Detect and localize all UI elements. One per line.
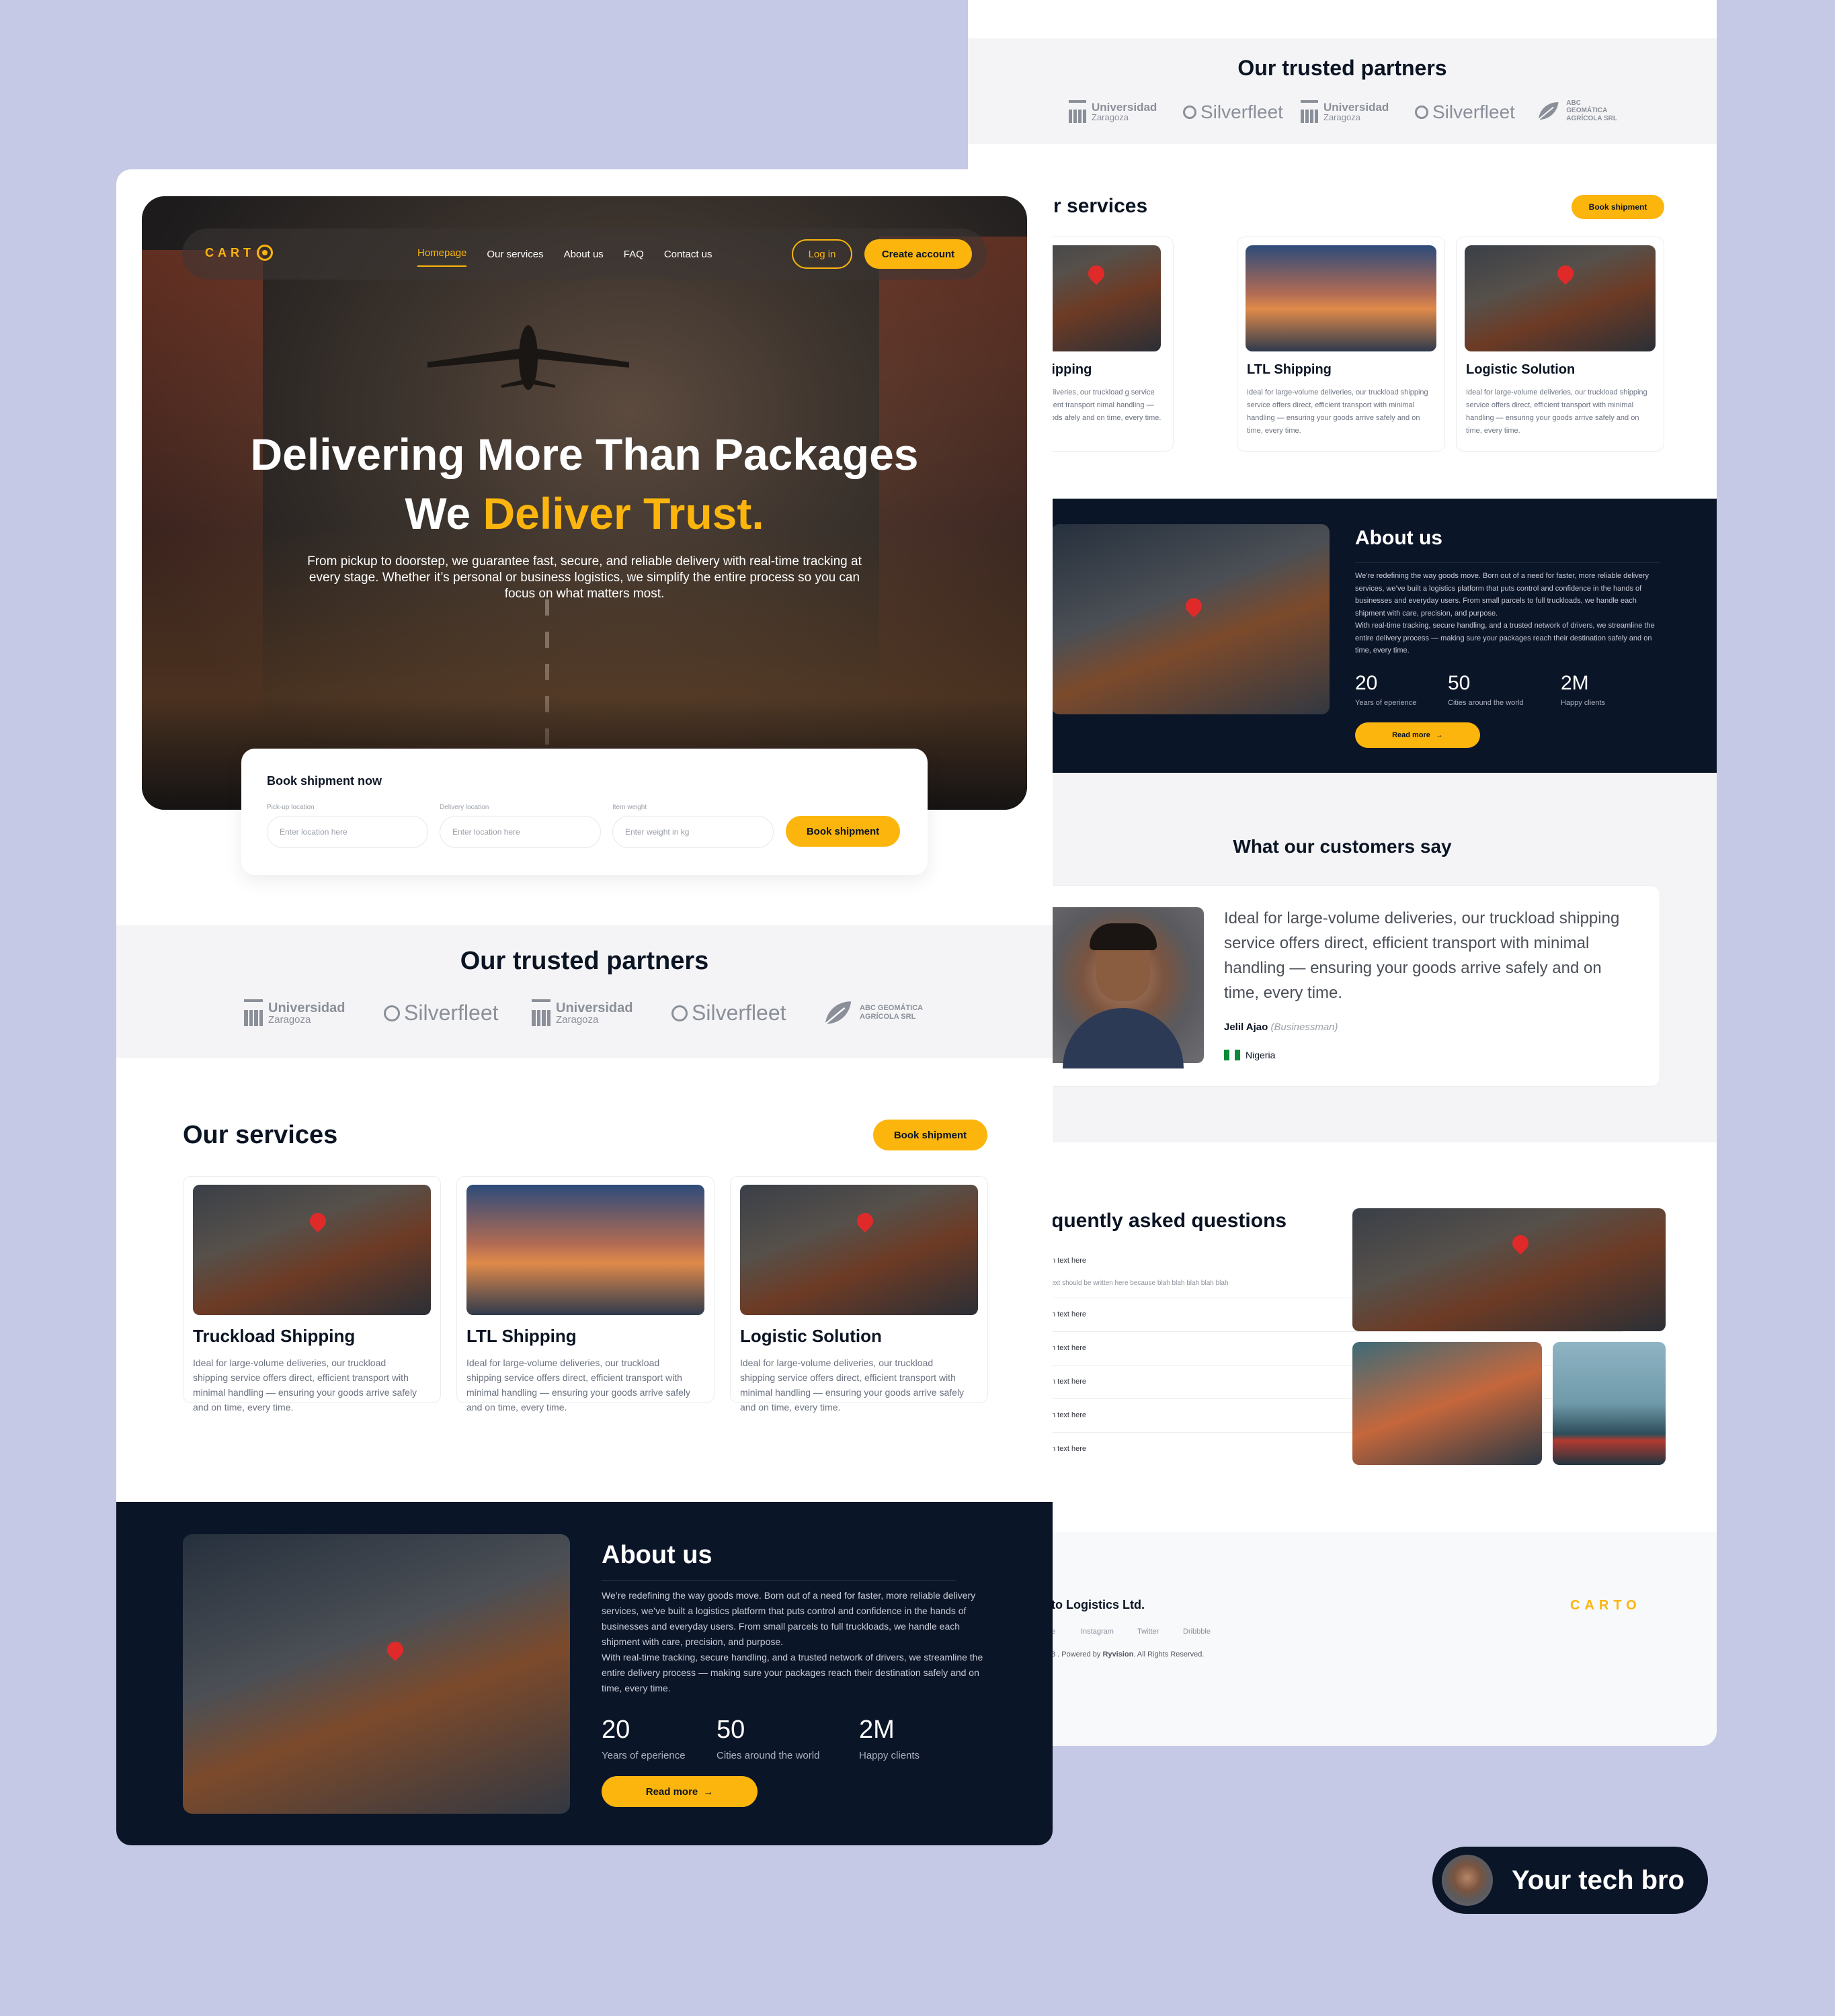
partner-logos: Universidad Zaragoza Silverfleet Universi… <box>1069 99 1620 127</box>
delivery-location-input[interactable]: Enter location here <box>440 816 601 848</box>
book-shipment-button[interactable]: Book shipment <box>873 1120 987 1150</box>
hero-subtitle: From pickup to doorstep, we guarantee fa… <box>307 554 862 601</box>
footer: to Logistics Ltd. e Instagram Twitter Dr… <box>968 1532 1717 1746</box>
partners-title: Our trusted partners <box>1237 56 1447 80</box>
arrow-right-icon: → <box>1435 731 1443 739</box>
partners-section: Our trusted partners Universidad Zaragoza… <box>116 925 1053 1058</box>
nav-link-faq[interactable]: FAQ <box>624 249 644 260</box>
service-card-logistic[interactable]: Logistic Solution Ideal for large-volume… <box>730 1176 988 1413</box>
customer-name: Jelil Ajao (Businessman) <box>1224 1021 1338 1033</box>
partners-title: Our trusted partners <box>460 947 709 975</box>
testimonials-section: What our customers say Ideal for large-v… <box>968 773 1717 1142</box>
service-card-ltl[interactable]: LTL Shipping Ideal for large-volume deli… <box>456 1176 715 1413</box>
leaf-icon <box>825 1001 852 1025</box>
partner-logo-abc: ABC GEOMÁTICA AGRÍCOLA SRL <box>822 998 923 1027</box>
partners-section: Our trusted partners Universidad Zaragoza… <box>968 38 1717 144</box>
nav-link-about[interactable]: About us <box>564 249 604 260</box>
social-link-instagram[interactable]: Instagram <box>1081 1628 1114 1636</box>
service-image <box>466 1185 704 1315</box>
faq-image-crane <box>1352 1342 1542 1465</box>
top-navigation: CART Homepage Our services About us FAQ … <box>182 228 987 280</box>
partner-logo-universidad: Universidad Zaragoza <box>1069 100 1157 123</box>
carto-logo[interactable]: CART <box>205 245 273 261</box>
partner-logo-universidad: Universidad Zaragoza <box>532 999 633 1026</box>
faq-image-main <box>1352 1208 1666 1331</box>
avatar <box>1442 1855 1493 1906</box>
about-image <box>1051 524 1330 714</box>
booking-title: Book shipment now <box>267 774 382 788</box>
services-title: Our services <box>183 1121 338 1149</box>
customer-photo <box>1043 907 1204 1068</box>
login-button[interactable]: Log in <box>792 239 852 269</box>
stat-cities: 50 Cities around the world <box>717 1716 820 1761</box>
about-section: About us We’re redefining the way goods … <box>968 499 1717 773</box>
book-shipment-submit[interactable]: Book shipment <box>786 816 900 847</box>
testimonial-card: Ideal for large-volume deliveries, our t… <box>1042 885 1660 1087</box>
social-link-dribbble[interactable]: Dribbble <box>1183 1628 1211 1636</box>
booking-form: Book shipment now Pick-up location Deliv… <box>241 749 928 875</box>
leaf-icon <box>1538 101 1559 120</box>
customer-country: Nigeria <box>1224 1050 1275 1060</box>
logo-target-icon <box>257 245 273 261</box>
book-shipment-button[interactable]: Book shipment <box>1572 195 1664 219</box>
nav-links: Homepage Our services About us FAQ Conta… <box>417 228 712 280</box>
service-image <box>193 1185 431 1315</box>
footer-logo: CARTO <box>1570 1598 1641 1613</box>
airplane-graphic <box>427 325 629 390</box>
about-section: About us We’re redefining the way goods … <box>116 1502 1053 1845</box>
services-title-partial: r services <box>1053 195 1148 217</box>
service-image <box>740 1185 978 1315</box>
pickup-location-input[interactable]: Enter location here <box>267 816 428 848</box>
service-image <box>1246 245 1436 351</box>
partner-logo-universidad: Universidad Zaragoza <box>1301 100 1389 123</box>
read-more-button[interactable]: Read more → <box>602 1776 758 1807</box>
partner-logo-silverfleet: Silverfleet <box>384 1001 499 1025</box>
hero-section: CART Homepage Our services About us FAQ … <box>142 196 1027 810</box>
partner-logo-universidad: Universidad Zaragoza <box>244 999 345 1026</box>
nigeria-flag-icon <box>1224 1050 1240 1060</box>
service-card[interactable]: LTL Shipping Ideal for large-volume deli… <box>1237 237 1445 452</box>
partner-logo-silverfleet: Silverfleet <box>1183 101 1283 123</box>
service-card[interactable]: Logistic Solution Ideal for large-volume… <box>1456 237 1664 452</box>
copyright: 3 . Powered by Ryvision. All Rights Rese… <box>1051 1650 1205 1658</box>
homepage-preview: CART Homepage Our services About us FAQ … <box>116 169 1053 1845</box>
faq-image-ship <box>1553 1342 1666 1465</box>
stat-clients: 2M Happy clients <box>859 1716 920 1761</box>
hero-headline: Delivering More Than Packages We Deliver… <box>250 429 919 538</box>
faq-title: quently asked questions <box>1051 1210 1287 1232</box>
read-more-button[interactable]: Read more → <box>1355 722 1480 748</box>
partner-logo-silverfleet: Silverfleet <box>1415 101 1515 123</box>
arrow-right-icon: → <box>703 1786 714 1798</box>
about-image <box>183 1534 570 1814</box>
partner-logo-abc: ABC GEOMÁTICA AGRÍCOLA SRL <box>1536 99 1620 123</box>
service-image <box>1465 245 1656 351</box>
service-card-truckload[interactable]: Truckload Shipping Ideal for large-volum… <box>183 1176 441 1413</box>
partner-logo-silverfleet: Silverfleet <box>671 1001 786 1025</box>
badge-label: Your tech bro <box>1512 1865 1685 1895</box>
create-account-button[interactable]: Create account <box>864 239 972 269</box>
stat-years: 20 Years of eperience <box>1355 672 1417 707</box>
stat-cities: 50 Cities around the world <box>1448 672 1524 707</box>
social-link-twitter[interactable]: Twitter <box>1137 1628 1159 1636</box>
partner-logos: Universidad Zaragoza Silverfleet Universi… <box>244 999 930 1033</box>
nav-link-contact[interactable]: Contact us <box>664 249 712 260</box>
author-badge: Your tech bro <box>1432 1847 1708 1914</box>
nav-link-homepage[interactable]: Homepage <box>417 242 467 267</box>
stat-clients: 2M Happy clients <box>1561 672 1606 707</box>
nav-link-services[interactable]: Our services <box>487 249 543 260</box>
stat-years: 20 Years of eperience <box>602 1716 686 1761</box>
item-weight-input[interactable]: Enter weight in kg <box>612 816 774 848</box>
secondary-page-preview: Our trusted partners Universidad Zaragoza… <box>968 0 1717 1746</box>
